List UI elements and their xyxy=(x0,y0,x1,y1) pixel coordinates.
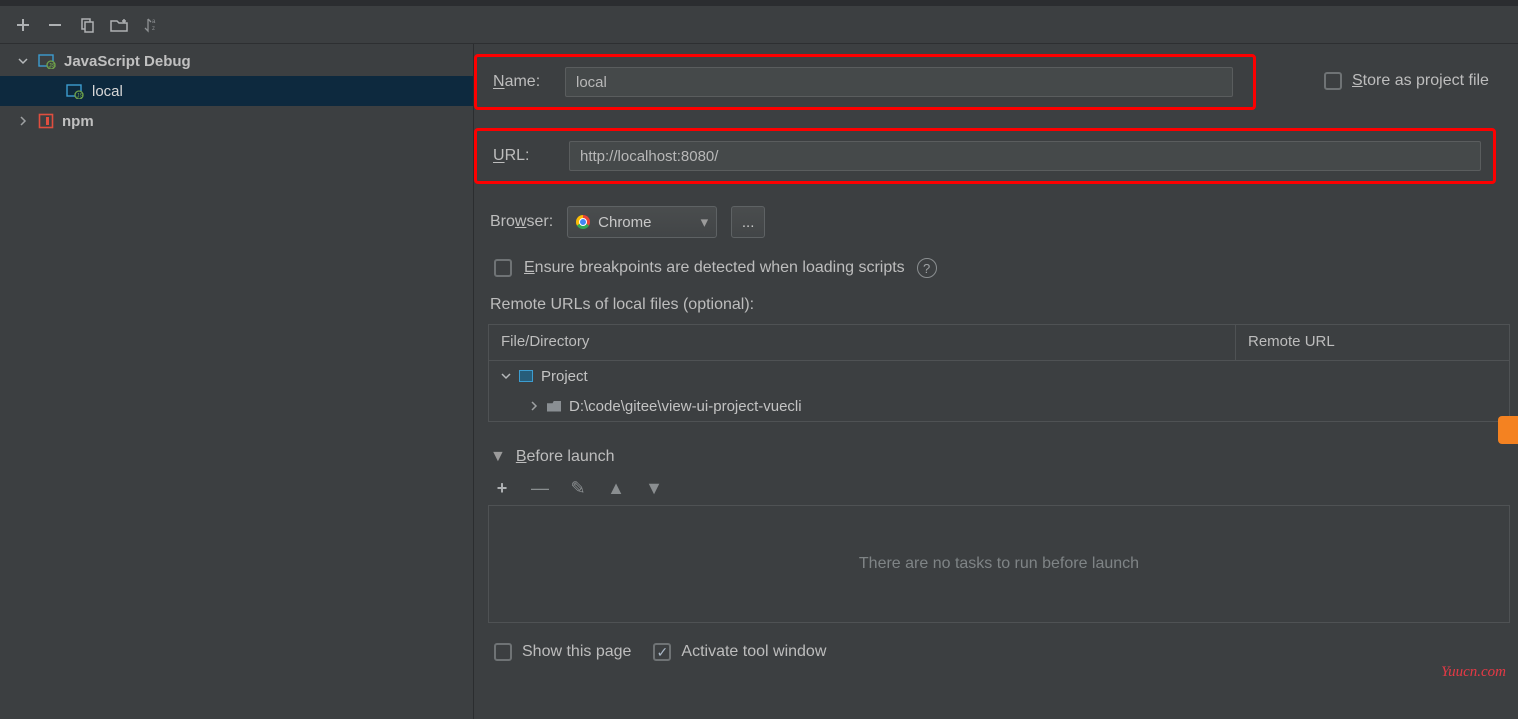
add-icon[interactable] xyxy=(14,16,32,34)
before-launch-toolbar: + — ✎ ▲ ▼ xyxy=(474,478,1518,499)
show-this-page-label: Show this page xyxy=(522,643,631,661)
config-form: Name: Store as project file URL: Browser… xyxy=(474,44,1518,719)
side-badge-icon xyxy=(1498,416,1518,444)
npm-icon xyxy=(38,113,54,129)
svg-text:JS: JS xyxy=(77,94,84,100)
tree-label: npm xyxy=(62,113,94,130)
svg-text:z: z xyxy=(152,26,155,32)
tree-item-npm[interactable]: npm xyxy=(0,106,473,136)
col-file-directory[interactable]: File/Directory xyxy=(489,325,1236,361)
tree-label: local xyxy=(92,83,123,100)
show-this-page-checkbox[interactable] xyxy=(494,643,512,661)
browser-select[interactable]: Chrome ▾ xyxy=(567,206,717,238)
remote-urls-label: Remote URLs of local files (optional): xyxy=(474,296,1518,314)
before-launch-label: Before launch xyxy=(516,448,615,466)
svg-text:JS: JS xyxy=(49,64,56,70)
add-icon[interactable]: + xyxy=(492,478,512,499)
url-label: URL: xyxy=(477,147,565,165)
watermark: Yuucn.com xyxy=(1441,664,1506,681)
config-tree: JS JavaScript Debug JS local npm xyxy=(0,44,474,719)
table-row-label: Project xyxy=(541,368,588,385)
sort-icon[interactable]: az xyxy=(142,16,160,34)
chevron-right-icon xyxy=(18,116,30,126)
browser-more-button[interactable]: ... xyxy=(731,206,765,238)
url-input[interactable] xyxy=(569,141,1481,171)
tree-label: JavaScript Debug xyxy=(64,53,191,70)
js-debug-icon: JS xyxy=(66,83,84,99)
before-launch-empty: There are no tasks to run before launch xyxy=(488,505,1510,623)
remote-urls-table: File/Directory Remote URL Project D:\cod… xyxy=(488,324,1510,422)
name-highlight-box: Name: xyxy=(474,54,1256,110)
table-row-label: D:\code\gitee\view-ui-project-vuecli xyxy=(569,398,802,415)
edit-icon: ✎ xyxy=(568,478,588,499)
ensure-label: Ensure breakpoints are detected when loa… xyxy=(524,259,905,277)
tree-item-local[interactable]: JS local xyxy=(0,76,473,106)
remove-icon[interactable] xyxy=(46,16,64,34)
table-row[interactable]: D:\code\gitee\view-ui-project-vuecli xyxy=(489,391,1509,421)
chevron-right-icon xyxy=(529,401,539,411)
chrome-icon xyxy=(576,215,590,229)
config-toolbar: az xyxy=(0,6,1518,44)
caret-down-icon: ▾ xyxy=(701,213,709,231)
chevron-down-icon xyxy=(501,371,511,381)
activate-tool-window-label: Activate tool window xyxy=(681,643,826,661)
activate-tool-window-checkbox[interactable] xyxy=(653,643,671,661)
name-label: Name: xyxy=(477,73,565,91)
browser-label: Browser: xyxy=(490,213,553,231)
project-icon xyxy=(519,370,533,382)
name-input[interactable] xyxy=(565,67,1233,97)
down-icon: ▼ xyxy=(644,478,664,499)
browser-value: Chrome xyxy=(598,214,651,231)
table-row[interactable]: Project xyxy=(489,361,1509,391)
ensure-checkbox[interactable] xyxy=(494,259,512,277)
svg-text:a: a xyxy=(152,19,156,25)
chevron-down-icon xyxy=(18,56,30,66)
col-remote-url[interactable]: Remote URL xyxy=(1236,325,1509,361)
caret-down-icon[interactable]: ▼ xyxy=(490,448,506,466)
tree-item-js-debug[interactable]: JS JavaScript Debug xyxy=(0,46,473,76)
remove-icon: — xyxy=(530,478,550,499)
folder-add-icon[interactable] xyxy=(110,16,128,34)
copy-icon[interactable] xyxy=(78,16,96,34)
help-icon[interactable]: ? xyxy=(917,258,937,278)
store-label: Store as project file xyxy=(1352,72,1489,90)
js-debug-icon: JS xyxy=(38,53,56,69)
url-highlight-box: URL: xyxy=(474,128,1496,184)
up-icon: ▲ xyxy=(606,478,626,499)
folder-icon xyxy=(547,401,561,412)
store-checkbox[interactable] xyxy=(1324,72,1342,90)
